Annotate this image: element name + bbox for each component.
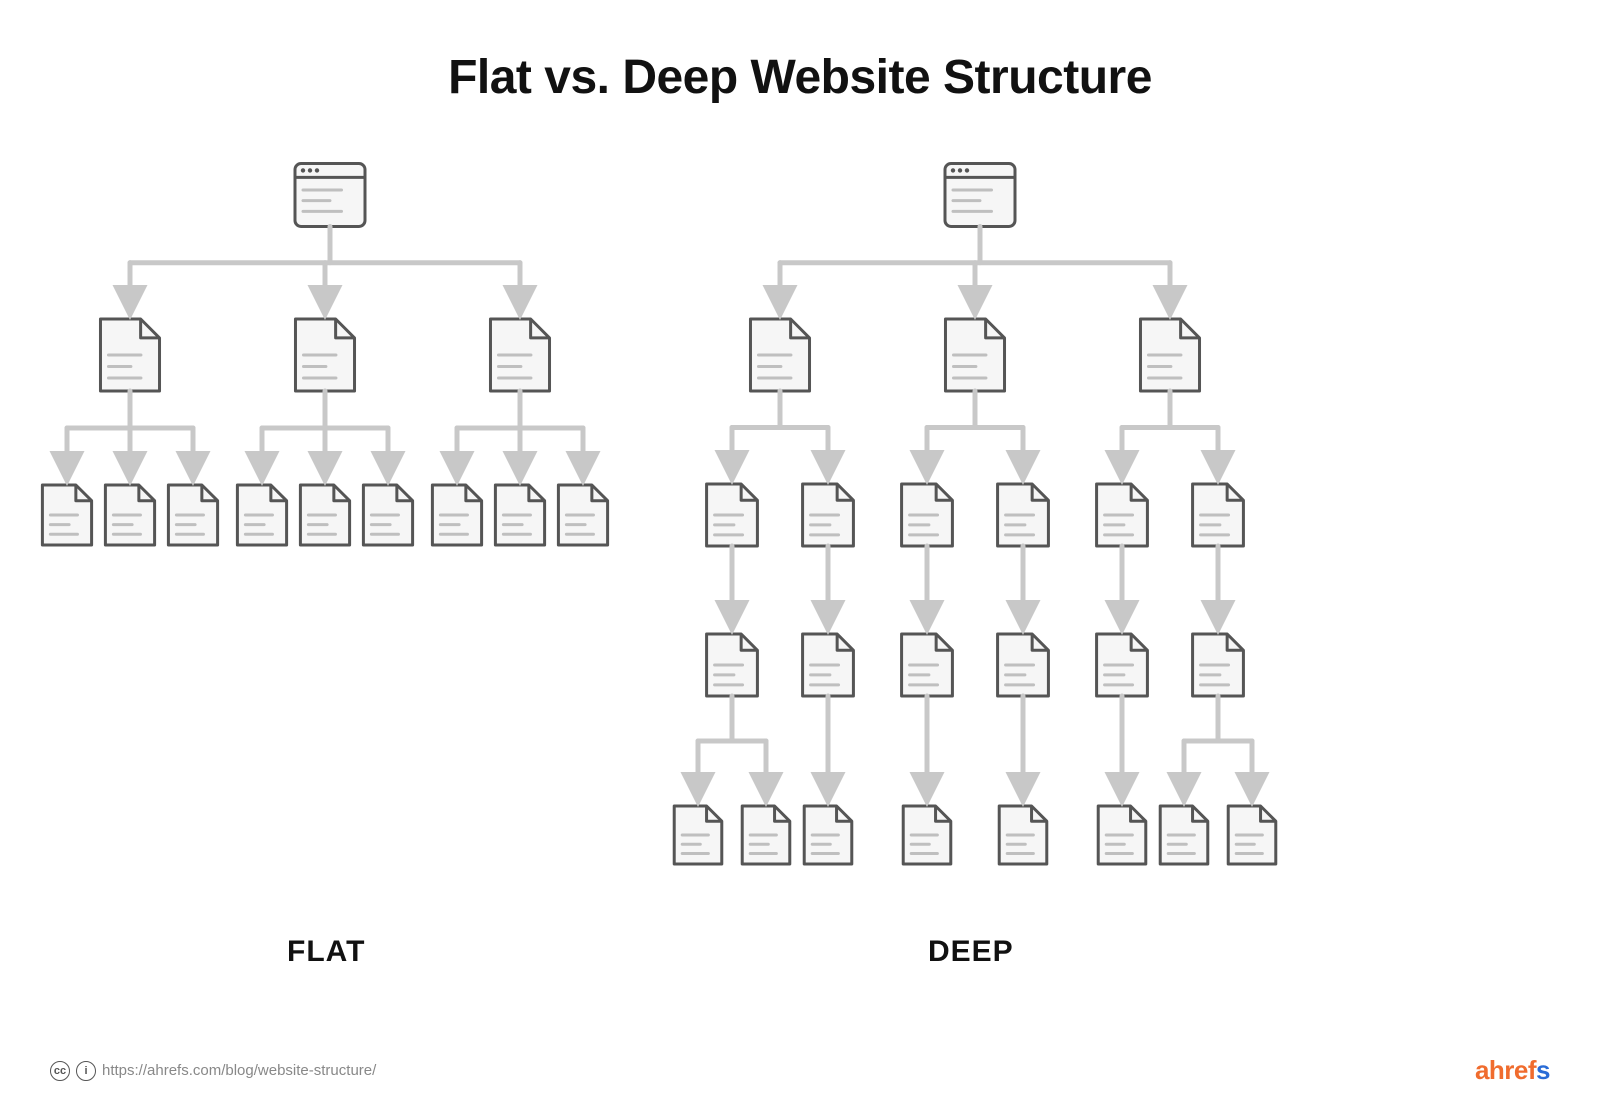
page-icon	[998, 484, 1049, 546]
browser-window-icon	[945, 164, 1015, 227]
page-icon	[902, 484, 953, 546]
page-icon	[998, 634, 1049, 696]
page-icon	[105, 485, 154, 545]
browser-window-icon	[295, 164, 365, 227]
diagram-area: FLAT DEEP	[0, 135, 1600, 985]
page-icon	[804, 806, 852, 864]
page-icon	[674, 806, 722, 864]
page-icon	[168, 485, 217, 545]
cc-icon: cc	[50, 1061, 70, 1081]
page-icon	[1097, 634, 1148, 696]
diagram-svg	[0, 135, 1600, 985]
page-icon	[707, 484, 758, 546]
page-icon	[237, 485, 286, 545]
page-icon	[1193, 484, 1244, 546]
page-icon	[1193, 634, 1244, 696]
page-icon	[495, 485, 544, 545]
page-icon	[945, 319, 1004, 391]
page-icon	[999, 806, 1047, 864]
diagram-title: Flat vs. Deep Website Structure	[0, 0, 1600, 135]
page-icon	[803, 484, 854, 546]
page-icon	[490, 319, 549, 391]
page-icon	[803, 634, 854, 696]
page-icon	[1098, 806, 1146, 864]
flat-label: FLAT	[287, 935, 365, 969]
page-icon	[1228, 806, 1276, 864]
page-icon	[432, 485, 481, 545]
page-icon	[707, 634, 758, 696]
page-icon	[1160, 806, 1208, 864]
page-icon	[558, 485, 607, 545]
page-icon	[903, 806, 951, 864]
page-icon	[742, 806, 790, 864]
page-icon	[1140, 319, 1199, 391]
page-icon	[300, 485, 349, 545]
footer: cc i https://ahrefs.com/blog/website-str…	[50, 1055, 1550, 1086]
deep-label: DEEP	[928, 935, 1014, 969]
page-icon	[1097, 484, 1148, 546]
page-icon	[295, 319, 354, 391]
source-url: https://ahrefs.com/blog/website-structur…	[102, 1062, 376, 1079]
license-block: cc i https://ahrefs.com/blog/website-str…	[50, 1061, 376, 1081]
by-icon: i	[76, 1061, 96, 1081]
page-icon	[42, 485, 91, 545]
page-icon	[902, 634, 953, 696]
brand-logo: ahrefs	[1475, 1055, 1550, 1086]
page-icon	[750, 319, 809, 391]
page-icon	[100, 319, 159, 391]
page-icon	[363, 485, 412, 545]
